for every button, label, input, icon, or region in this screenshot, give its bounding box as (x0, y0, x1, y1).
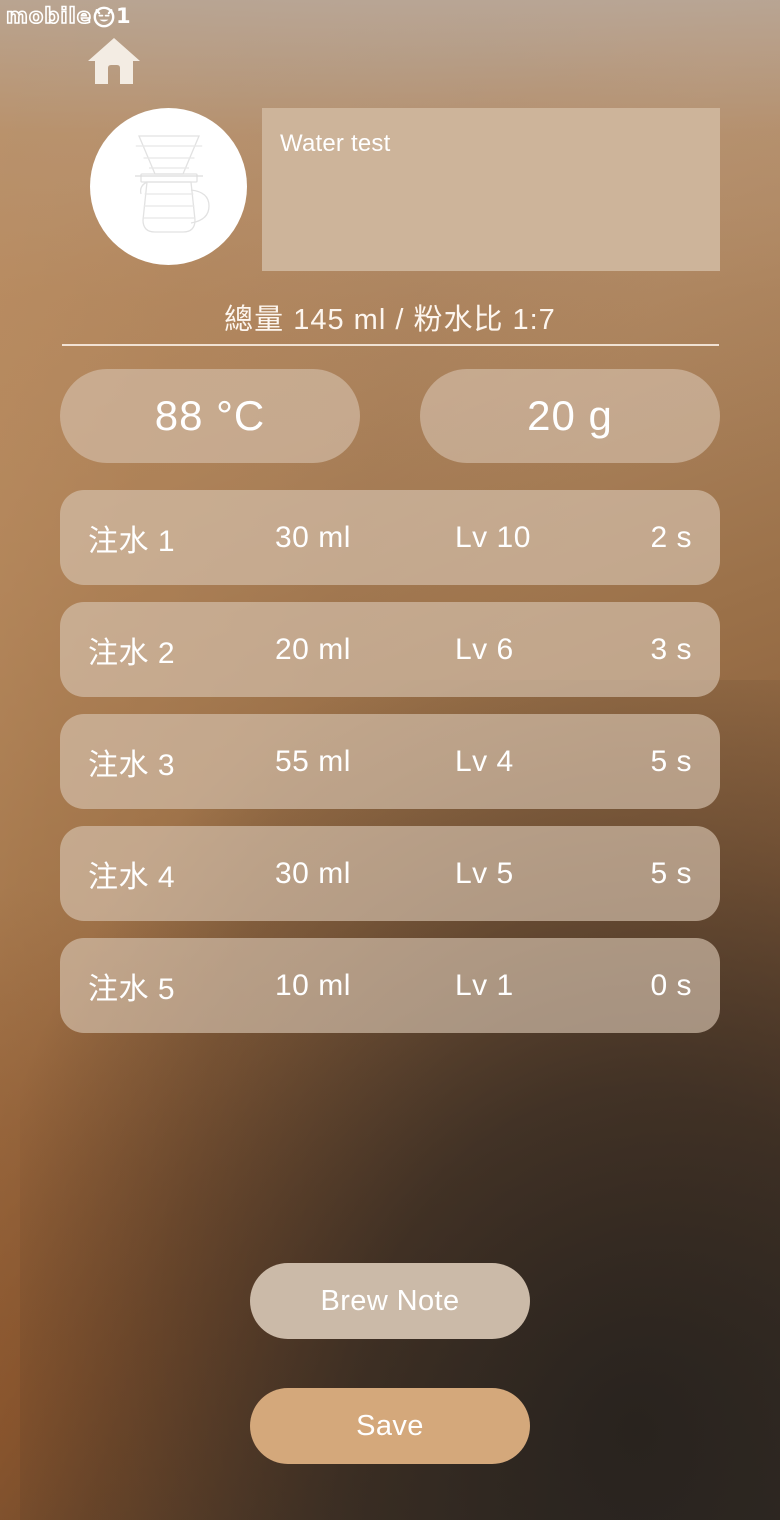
brew-recipe-screen: mobile 1 Water test 總量 145 ml / 粉水比 1:7 … (0, 0, 780, 1520)
pour-step-label: 注水 3 (88, 748, 176, 782)
recipe-notes-value: Water test (280, 130, 391, 157)
brew-note-button[interactable]: Brew Note (250, 1263, 530, 1339)
pour-step-level: Lv 10 (455, 520, 531, 554)
save-button[interactable]: Save (250, 1388, 530, 1464)
pour-step-label: 注水 2 (88, 636, 176, 670)
parameter-pills: 88 °C 20 g (60, 369, 720, 463)
pour-step-time: 5 s (650, 856, 692, 890)
pour-step-row[interactable]: 注水 2 20 ml Lv 6 3 s (60, 602, 720, 697)
pour-step-level: Lv 6 (455, 632, 514, 666)
pour-step-label: 注水 4 (88, 860, 176, 894)
pour-over-dripper-icon (117, 128, 221, 245)
watermark-text: mobile (5, 3, 92, 28)
recipe-avatar[interactable] (90, 108, 247, 265)
summary-divider (62, 344, 719, 346)
pour-step-label: 注水 1 (88, 524, 176, 558)
pour-steps-list: 注水 1 30 ml Lv 10 2 s 注水 2 20 ml Lv 6 3 s 注水 3 55 … (60, 490, 720, 1050)
home-icon (86, 38, 142, 92)
smiley-face-logo-icon (91, 3, 117, 29)
pour-step-volume: 55 ml (275, 744, 351, 778)
pour-step-row[interactable]: 注水 3 55 ml Lv 4 5 s (60, 714, 720, 809)
watermark-suffix: 1 (115, 3, 131, 28)
pour-step-volume: 10 ml (275, 968, 351, 1002)
recipe-summary: 總量 145 ml / 粉水比 1:7 (224, 304, 556, 336)
home-button[interactable] (86, 34, 142, 88)
pour-step-time: 5 s (650, 744, 692, 778)
pour-step-volume: 30 ml (275, 520, 351, 554)
pour-step-level: Lv 5 (455, 856, 514, 890)
pour-step-row[interactable]: 注水 1 30 ml Lv 10 2 s (60, 490, 720, 585)
mobile01-watermark: mobile 1 (5, 3, 131, 29)
pour-step-label: 注水 5 (88, 972, 176, 1006)
temperature-pill[interactable]: 88 °C (60, 369, 360, 463)
pour-step-volume: 20 ml (275, 632, 351, 666)
pour-step-time: 2 s (650, 520, 692, 554)
pour-step-level: Lv 4 (455, 744, 514, 778)
pour-step-time: 0 s (650, 968, 692, 1002)
pour-step-level: Lv 1 (455, 968, 514, 1002)
pour-step-row[interactable]: 注水 4 30 ml Lv 5 5 s (60, 826, 720, 921)
dose-pill[interactable]: 20 g (420, 369, 720, 463)
pour-step-time: 3 s (650, 632, 692, 666)
pour-step-row[interactable]: 注水 5 10 ml Lv 1 0 s (60, 938, 720, 1033)
recipe-header: Water test (0, 100, 780, 280)
recipe-notes-field[interactable]: Water test (262, 108, 720, 271)
pour-step-volume: 30 ml (275, 856, 351, 890)
